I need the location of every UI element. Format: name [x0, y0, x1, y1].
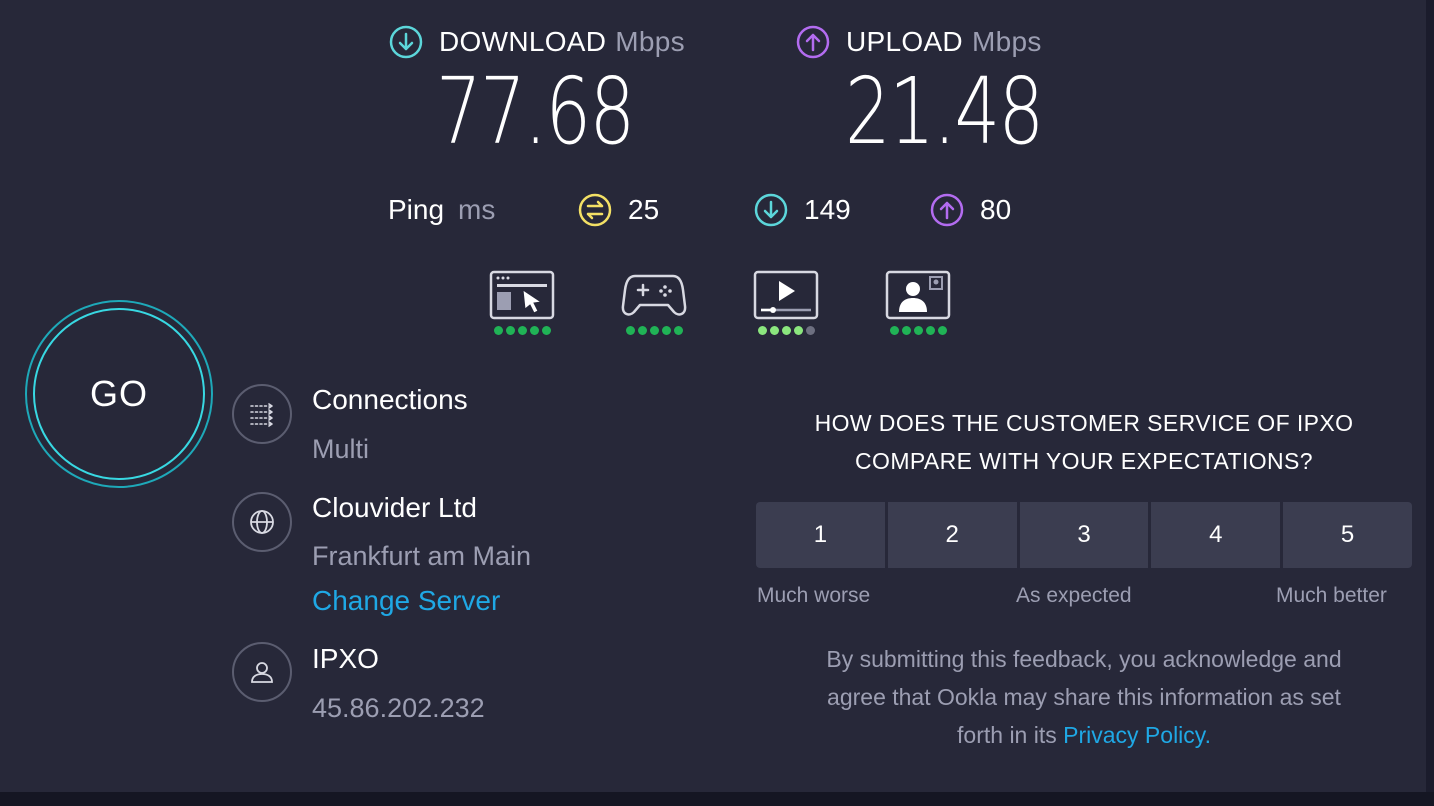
scale-high-label: Much better [1276, 584, 1387, 607]
download-latency-icon [754, 193, 788, 227]
disclaimer-line3-text: forth in its [957, 722, 1064, 748]
ping-upload-value: 80 [980, 194, 1012, 225]
download-label: DOWNLOAD [439, 26, 607, 57]
score-dot [793, 326, 803, 335]
ping-download-value: 149 [804, 194, 851, 225]
score-dot [505, 326, 515, 335]
rating-button-5[interactable]: 5 [1283, 502, 1412, 568]
provider-icon-badge [232, 642, 292, 702]
idle-latency-icon [578, 193, 612, 227]
ping-idle-value: 25 [628, 194, 660, 225]
download-value: 77.68 [436, 58, 635, 165]
quality-browsing[interactable] [489, 270, 555, 335]
survey-question-line2: COMPARE WITH YOUR EXPECTATIONS? [855, 448, 1313, 474]
ping-label-text: Ping [388, 194, 445, 225]
server-icon-badge [232, 492, 292, 552]
globe-icon [250, 510, 274, 534]
upload-value: 21.48 [845, 58, 1044, 165]
score-dot [637, 326, 647, 335]
gaming-score-dots [625, 326, 683, 335]
quality-streaming[interactable] [753, 270, 819, 335]
upload-label: UPLOAD [846, 26, 963, 57]
score-dot [625, 326, 635, 335]
scale-low-label: Much worse [757, 584, 871, 607]
connections-icon [250, 403, 273, 427]
scale-mid-label: As expected [1016, 584, 1132, 607]
rating-button-2[interactable]: 2 [887, 502, 1017, 568]
quality-gaming[interactable] [621, 270, 687, 335]
streaming-score-dots [757, 326, 815, 335]
score-dot [493, 326, 503, 335]
score-dot [541, 326, 551, 335]
ping-download: 149 [754, 190, 851, 230]
score-dot [937, 326, 947, 335]
go-button-label: GO [33, 308, 205, 480]
provider-ip: 45.86.202.232 [312, 693, 485, 723]
ping-idle: 25 [578, 190, 659, 230]
score-dot [673, 326, 683, 335]
score-dot [769, 326, 779, 335]
bottom-strip [0, 792, 1434, 806]
score-dot [649, 326, 659, 335]
upload-arrow-icon [796, 25, 830, 59]
go-button[interactable]: GO [25, 300, 213, 488]
score-dot [781, 326, 791, 335]
feedback-disclaimer: By submitting this feedback, you acknowl… [756, 640, 1412, 754]
change-server-link[interactable]: Change Server [312, 585, 500, 617]
rating-scale: 1 2 3 4 5 [756, 502, 1412, 568]
rating-button-1[interactable]: 1 [756, 502, 885, 568]
web-browsing-icon [489, 270, 555, 320]
rating-button-3[interactable]: 3 [1019, 502, 1149, 568]
score-dot [805, 326, 815, 335]
browsing-score-dots [493, 326, 551, 335]
speedtest-panel: DOWNLOAD Mbps 77.68 UPLOAD Mbps 21.48 Pi… [0, 0, 1426, 792]
survey-question: HOW DOES THE CUSTOMER SERVICE OF IPXO CO… [756, 404, 1412, 480]
disclaimer-period: . [1204, 722, 1211, 748]
server-location: Frankfurt am Main [312, 541, 532, 571]
connections-value: Multi [312, 434, 370, 464]
download-arrow-icon [389, 25, 423, 59]
user-icon [251, 662, 273, 683]
score-dot [925, 326, 935, 335]
quality-video-calls[interactable] [885, 270, 951, 335]
score-dot [517, 326, 527, 335]
score-dot [889, 326, 899, 335]
connections-icon-badge [232, 384, 292, 444]
video-call-icon [885, 270, 951, 320]
video-streaming-icon [753, 270, 819, 320]
upload-header: UPLOAD Mbps [796, 22, 1042, 62]
ping-unit: ms [458, 194, 496, 225]
rating-button-4[interactable]: 4 [1151, 502, 1281, 568]
score-dot [901, 326, 911, 335]
server-name: Clouvider Ltd [312, 492, 477, 523]
download-header: DOWNLOAD Mbps [389, 22, 685, 62]
gamepad-icon [621, 274, 687, 316]
ping-label: Ping ms [388, 190, 495, 230]
survey-question-line1: HOW DOES THE CUSTOMER SERVICE OF IPXO [814, 410, 1354, 436]
score-dot [529, 326, 539, 335]
disclaimer-line2: agree that Ookla may share this informat… [827, 684, 1341, 710]
provider-name: IPXO [312, 643, 379, 674]
upload-unit: Mbps [971, 26, 1042, 57]
connections-title: Connections [312, 384, 468, 415]
score-dot [757, 326, 767, 335]
score-dot [913, 326, 923, 335]
download-unit: Mbps [615, 26, 685, 57]
disclaimer-line1: By submitting this feedback, you acknowl… [826, 646, 1342, 672]
video-calls-score-dots [889, 326, 947, 335]
upload-latency-icon [930, 193, 964, 227]
ping-row: Ping ms 25 149 80 [0, 190, 1426, 230]
score-dot [661, 326, 671, 335]
disclaimer-line3: forth in its Privacy Policy. [756, 716, 1412, 754]
privacy-policy-link[interactable]: Privacy Policy [1063, 722, 1204, 748]
ping-upload: 80 [930, 190, 1011, 230]
